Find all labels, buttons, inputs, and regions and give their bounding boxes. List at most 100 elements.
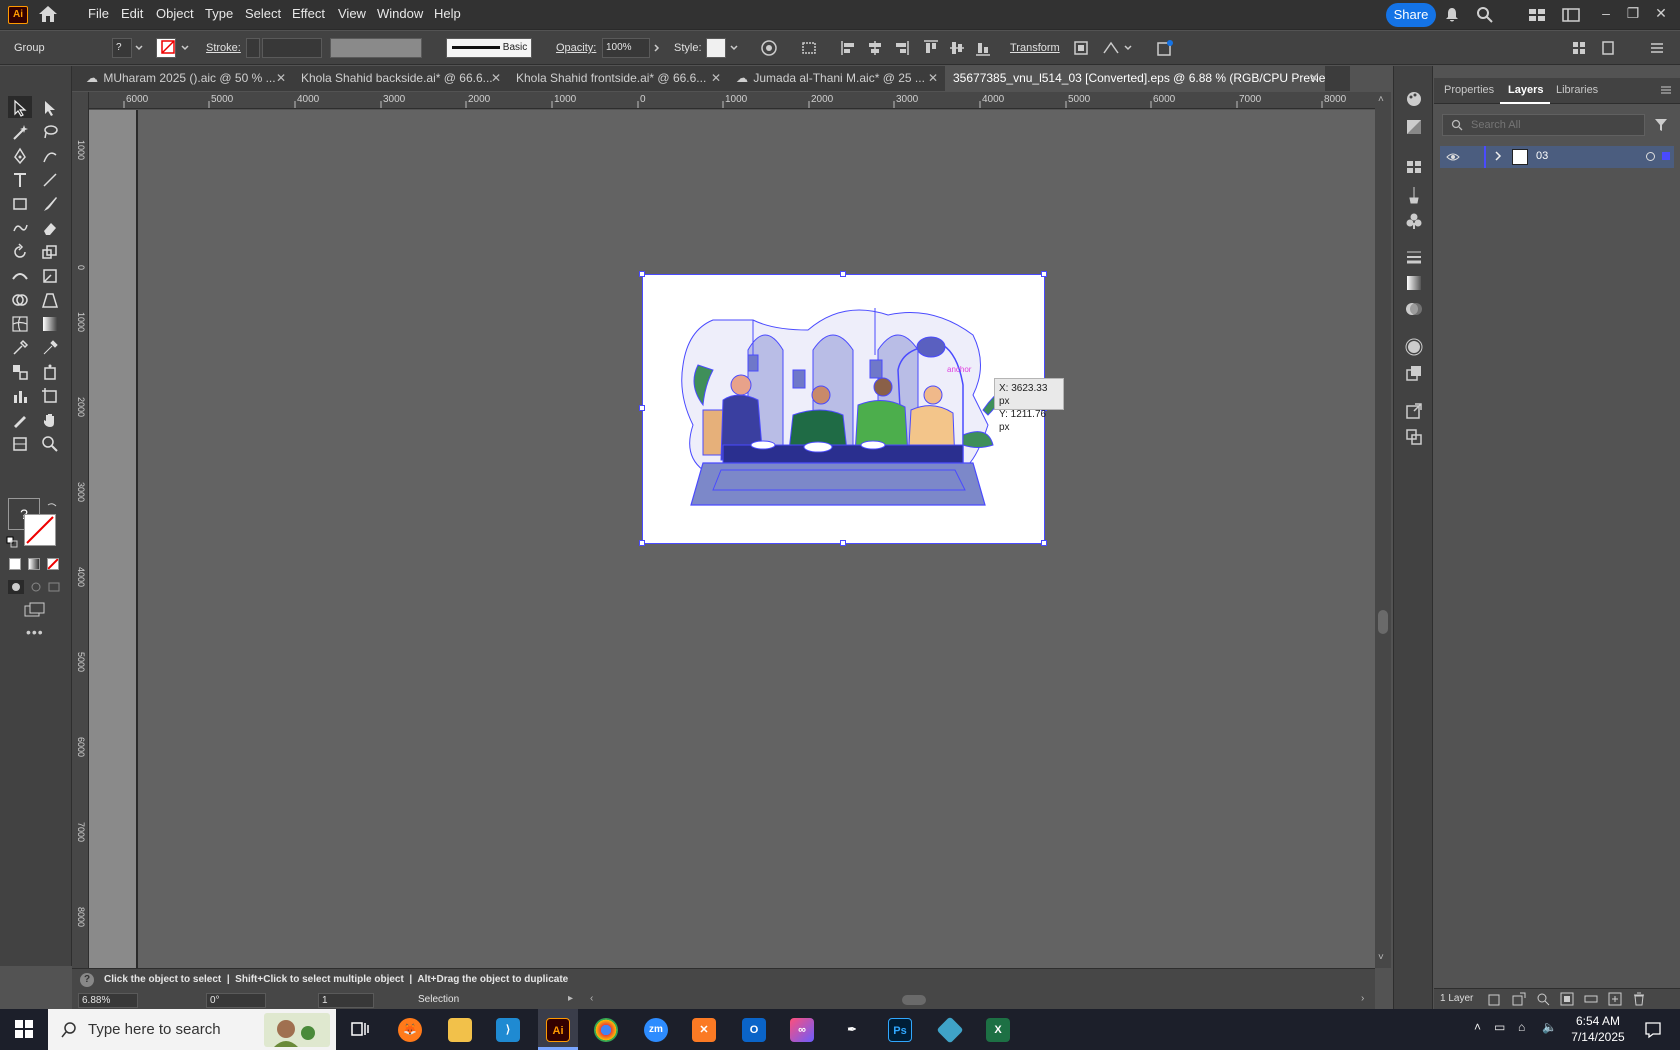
selection-handle[interactable]: [1041, 271, 1047, 277]
selection-handle[interactable]: [840, 271, 846, 277]
file-explorer-icon[interactable]: [448, 1018, 472, 1042]
artboard-tool-icon[interactable]: [38, 384, 62, 406]
print-tiling-tool-icon[interactable]: [8, 432, 32, 454]
menu-type[interactable]: Type: [205, 6, 233, 21]
chevron-down-icon[interactable]: ˅: [1378, 952, 1384, 963]
selection-indicator[interactable]: [1662, 152, 1670, 160]
close-tab-icon[interactable]: ✕: [928, 66, 938, 91]
pen-tool-icon[interactable]: [8, 144, 32, 166]
new-sublayer-icon[interactable]: [1584, 992, 1598, 1006]
align-left-icon[interactable]: [840, 39, 858, 57]
gradient-panel-icon[interactable]: [1405, 274, 1423, 292]
export-icon[interactable]: [1405, 402, 1423, 420]
clipping-mask-icon[interactable]: [1560, 992, 1574, 1006]
magic-wand-tool-icon[interactable]: [8, 120, 32, 142]
scroll-thumb[interactable]: [1378, 610, 1388, 634]
measure-tool-icon[interactable]: [38, 336, 62, 358]
zoom-icon[interactable]: zm: [644, 1018, 668, 1042]
selection-handle[interactable]: [840, 540, 846, 546]
layer-row[interactable]: 03: [1440, 146, 1674, 168]
panel-menu-icon[interactable]: [1660, 84, 1672, 96]
artwork-illustration[interactable]: anchor: [643, 275, 1044, 543]
arrange-panels-icon[interactable]: [1570, 39, 1588, 57]
tab-active-document[interactable]: 35677385_vnu_l514_03 [Converted].eps @ 6…: [945, 66, 1325, 91]
transform-button[interactable]: Transform: [1010, 42, 1060, 54]
eraser-tool-icon[interactable]: [38, 216, 62, 238]
swap-fill-stroke-icon[interactable]: [47, 502, 57, 512]
layer-name[interactable]: 03: [1536, 150, 1548, 162]
eye-icon[interactable]: [1446, 151, 1460, 163]
menu-file[interactable]: File: [88, 6, 109, 21]
default-fill-stroke-icon[interactable]: [6, 536, 18, 548]
menu-lines-icon[interactable]: [1648, 39, 1666, 57]
column-graph-tool-icon[interactable]: [8, 384, 32, 406]
tab-libraries[interactable]: Libraries: [1556, 84, 1598, 96]
rectangle-tool-icon[interactable]: [8, 192, 32, 214]
export-layer-icon[interactable]: [1512, 992, 1526, 1006]
artboard-number-input[interactable]: 1: [318, 993, 374, 1008]
share-button[interactable]: Share: [1386, 3, 1436, 27]
puppet-warp-icon[interactable]: [1102, 39, 1120, 57]
home-icon[interactable]: [38, 5, 58, 23]
align-vertical-center-icon[interactable]: [948, 39, 966, 57]
chrome-icon[interactable]: [594, 1018, 618, 1042]
windows-start-icon[interactable]: [14, 1019, 34, 1039]
menu-select[interactable]: Select: [245, 6, 281, 21]
draw-inside-icon[interactable]: [46, 580, 62, 594]
menu-window[interactable]: Window: [377, 6, 423, 21]
mesh-tool-icon[interactable]: [8, 312, 32, 334]
bell-icon[interactable]: [1444, 7, 1460, 23]
creative-cloud-icon[interactable]: ∞: [790, 1018, 814, 1042]
tab-khola-backside[interactable]: Khola Shahid backside.ai* @ 66.6... ✕: [293, 66, 507, 91]
type-tool-icon[interactable]: [8, 168, 32, 190]
align-right-icon[interactable]: [892, 39, 910, 57]
symbols-icon[interactable]: [1405, 212, 1423, 230]
align-to-icon[interactable]: [800, 39, 818, 57]
close-icon[interactable]: ✕: [1650, 4, 1672, 22]
target-icon[interactable]: [1646, 152, 1655, 161]
chevron-up-icon[interactable]: ˄: [1378, 94, 1384, 105]
artboards-panel-icon[interactable]: [1405, 428, 1423, 446]
align-bottom-icon[interactable]: [974, 39, 992, 57]
perspective-grid-tool-icon[interactable]: [38, 288, 62, 310]
close-tab-icon[interactable]: ✕: [491, 66, 501, 91]
rotation-input[interactable]: 0°: [206, 993, 266, 1008]
display-icon[interactable]: ▭: [1494, 1020, 1505, 1034]
filter-icon[interactable]: [1654, 118, 1668, 132]
color-mode-icon[interactable]: [9, 558, 21, 570]
tab-khola-frontside[interactable]: Khola Shahid frontside.ai* @ 66.6... ✕: [508, 66, 727, 91]
artboard[interactable]: anchor: [639, 271, 1047, 546]
new-layer-icon[interactable]: [1608, 992, 1622, 1006]
chevron-down-icon[interactable]: [730, 45, 738, 51]
isolate-group-icon[interactable]: [1072, 39, 1090, 57]
chevron-right-icon[interactable]: [1494, 151, 1502, 161]
chevron-right-icon[interactable]: ▸: [568, 993, 573, 1004]
none-mode-icon[interactable]: [47, 558, 59, 570]
selection-handle[interactable]: [639, 271, 645, 277]
align-top-icon[interactable]: [922, 39, 940, 57]
network-icon[interactable]: ⌂: [1518, 1020, 1525, 1034]
paintbrush-tool-icon[interactable]: [38, 192, 62, 214]
free-transform-tool-icon[interactable]: [38, 264, 62, 286]
stroke-color-swatch[interactable]: [24, 514, 56, 546]
hand-tool-icon[interactable]: [38, 408, 62, 430]
chevron-down-icon[interactable]: [135, 45, 143, 51]
chevron-down-icon[interactable]: [1124, 45, 1132, 51]
outlook-icon[interactable]: O: [742, 1018, 766, 1042]
variable-width-profile[interactable]: [330, 38, 422, 58]
symbol-sprayer-tool-icon[interactable]: [38, 360, 62, 382]
quick-actions-icon[interactable]: [1156, 39, 1174, 57]
appearance-icon[interactable]: [1405, 338, 1423, 356]
draw-normal-icon[interactable]: [8, 580, 24, 594]
align-horizontal-center-icon[interactable]: [866, 39, 884, 57]
xampp-icon[interactable]: ✕: [692, 1018, 716, 1042]
shape-builder-tool-icon[interactable]: [8, 288, 32, 310]
locate-object-icon[interactable]: [1536, 992, 1550, 1006]
task-view-icon[interactable]: [350, 1019, 370, 1039]
zoom-input[interactable]: 6.88%: [78, 993, 138, 1008]
selection-handle[interactable]: [639, 540, 645, 546]
chevron-up-icon[interactable]: ˄: [1474, 1020, 1481, 1034]
stroke-swatch[interactable]: [156, 38, 176, 58]
close-tab-icon[interactable]: ✕: [276, 66, 286, 91]
chevron-left-icon[interactable]: ‹: [590, 993, 593, 1004]
